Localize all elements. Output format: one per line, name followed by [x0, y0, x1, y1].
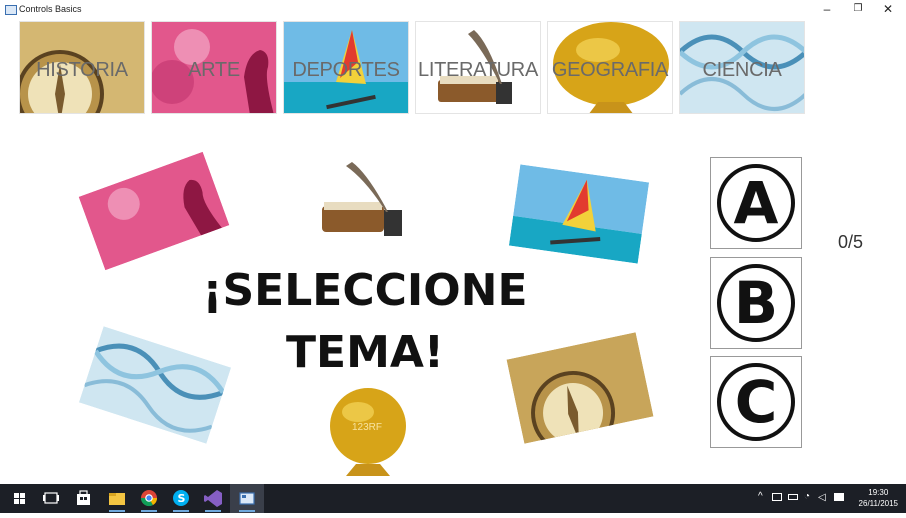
close-button[interactable]: ✕ — [873, 0, 903, 20]
topic-historia-button[interactable]: HISTORIA — [19, 21, 145, 114]
minimize-button[interactable]: – — [812, 0, 842, 20]
battery-icon[interactable] — [788, 494, 798, 500]
answer-a-button[interactable]: A — [710, 157, 802, 249]
topic-ciencia-button[interactable]: CIENCIA — [679, 21, 805, 114]
topic-label: GEOGRAFIA — [551, 59, 669, 81]
watermark-text: 123RF — [352, 422, 383, 433]
skype-icon[interactable]: S — [164, 484, 198, 513]
topic-label: HISTORIA — [36, 59, 128, 81]
file-explorer-icon[interactable] — [100, 484, 134, 513]
title-bar: Controls Basics – ❐ ✕ — [0, 0, 906, 20]
volume-icon[interactable]: ◁ — [818, 492, 826, 503]
system-tray: ^ ◔ ◁ — [758, 491, 848, 505]
store-icon[interactable] — [66, 484, 100, 513]
controls-basics-app-icon[interactable] — [230, 484, 264, 513]
topic-arte-button[interactable]: ARTE — [151, 21, 277, 114]
heading-line-1: ¡SELECCIONE — [202, 265, 528, 316]
notifications-icon[interactable] — [834, 493, 844, 501]
score-counter: 0/5 — [838, 232, 864, 252]
select-topic-heading: ¡SELECCIONE TEMA! — [190, 260, 540, 384]
topic-deportes-button[interactable]: DEPORTES — [283, 21, 409, 114]
deportes-collage-image — [508, 164, 650, 264]
answer-c-button[interactable]: C — [710, 356, 802, 448]
answer-letter: A — [717, 164, 795, 242]
network-icon[interactable] — [772, 493, 782, 501]
svg-text:S: S — [178, 492, 186, 505]
clock-date: 26/11/2015 — [858, 499, 898, 508]
app-icon — [5, 5, 17, 15]
start-icon[interactable] — [2, 484, 36, 513]
clock-time: 19:30 — [868, 488, 889, 497]
topic-literatura-button[interactable]: LITERATURA — [415, 21, 541, 114]
arte-collage-image — [78, 151, 230, 271]
clock[interactable]: 19:30 26/11/2015 — [859, 487, 898, 509]
topic-label: LITERATURA — [418, 59, 538, 81]
taskbar: S ^ ◔ ◁ 19:30 26/11/2015 — [0, 484, 906, 513]
chevron-up-icon[interactable]: ^ — [758, 491, 763, 502]
maximize-button[interactable]: ❐ — [843, 0, 873, 20]
topic-geografia-button[interactable]: GEOGRAFIA — [547, 21, 673, 114]
topic-label: CIENCIA — [702, 59, 782, 81]
heading-line-2: TEMA! — [286, 327, 444, 378]
geografia-collage-image: 123RF — [326, 386, 410, 478]
answer-letter: B — [717, 264, 795, 342]
answer-letter: C — [717, 363, 795, 441]
literatura-collage-image — [314, 160, 414, 242]
answer-b-button[interactable]: B — [710, 257, 802, 349]
visual-studio-icon[interactable] — [196, 484, 230, 513]
task-view-icon[interactable] — [34, 484, 68, 513]
chrome-icon[interactable] — [132, 484, 166, 513]
window-title: Controls Basics — [19, 4, 82, 14]
topic-label: DEPORTES — [292, 59, 400, 81]
topic-label: ARTE — [188, 59, 240, 81]
wifi-icon[interactable]: ◔ — [804, 491, 810, 502]
